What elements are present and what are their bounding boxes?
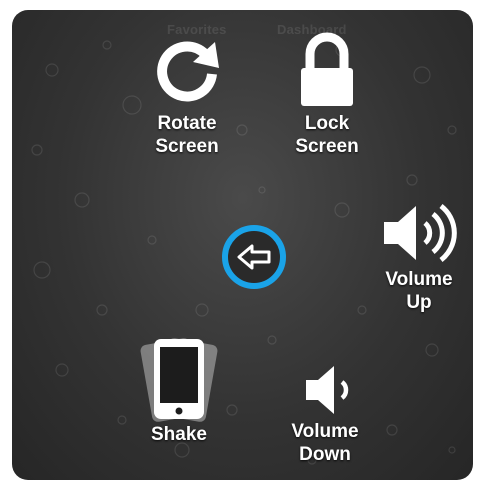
lock-screen-button[interactable]: Lock Screen — [272, 28, 382, 158]
speaker-loud-icon — [384, 204, 457, 262]
rotate-screen-label: Rotate Screen — [155, 113, 219, 157]
speaker-soft-icon — [306, 366, 349, 414]
assistive-touch-panel: Favorites Dashboard Rotate Screen Lock S… — [12, 10, 473, 480]
shake-button[interactable]: Shake — [124, 335, 234, 446]
volume-down-button[interactable]: Volume Down — [270, 360, 380, 466]
lock-screen-label: Lock Screen — [295, 113, 359, 157]
volume-up-button[interactable]: Volume Up — [364, 198, 473, 314]
back-button[interactable] — [219, 222, 289, 292]
volume-up-label: Volume Up — [385, 269, 453, 313]
rotate-icon — [157, 41, 219, 102]
volume-down-label: Volume Down — [291, 421, 359, 465]
back-arrow-icon — [222, 225, 286, 289]
lock-icon — [301, 32, 353, 106]
shake-label: Shake — [151, 424, 207, 445]
rotate-screen-button[interactable]: Rotate Screen — [132, 32, 242, 158]
phone-shake-icon — [140, 338, 218, 422]
